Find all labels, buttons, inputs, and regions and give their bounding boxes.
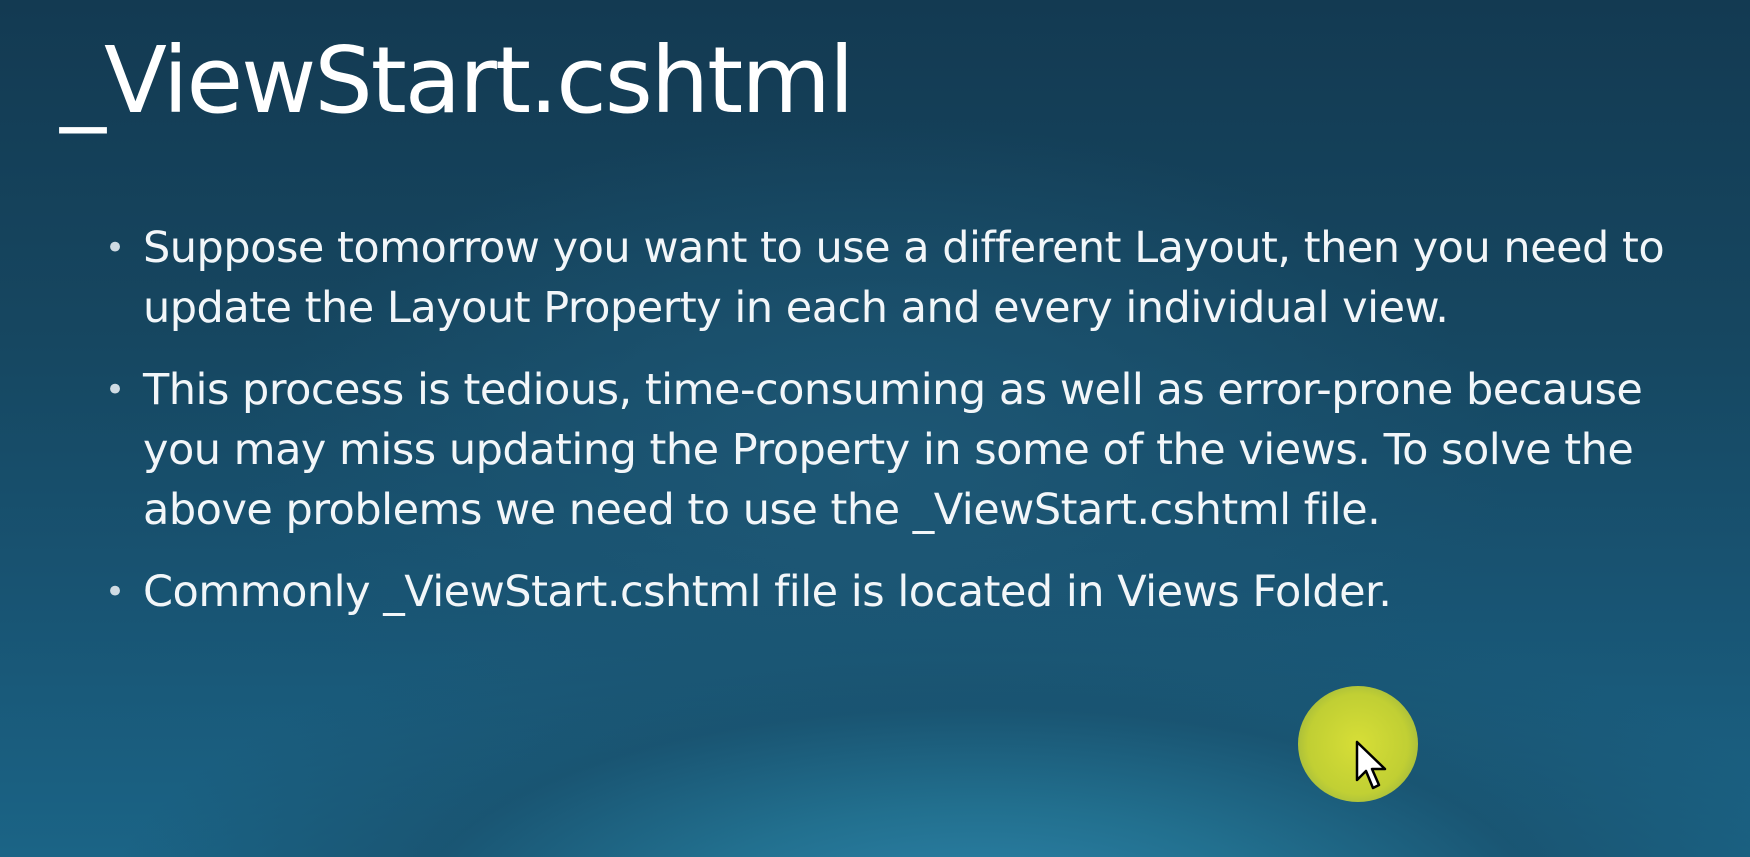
slide-title: _ViewStart.cshtml bbox=[60, 27, 854, 134]
bullet-item-2: • This process is tedious, time-consumin… bbox=[105, 360, 1695, 540]
bullet-dot-icon: • bbox=[105, 370, 125, 410]
presentation-slide: _ViewStart.cshtml • Suppose tomorrow you… bbox=[0, 0, 1750, 857]
bullet-text-2: This process is tedious, time-consuming … bbox=[143, 365, 1643, 535]
mouse-pointer-icon bbox=[1355, 740, 1387, 790]
bullet-list: • Suppose tomorrow you want to use a dif… bbox=[105, 218, 1695, 644]
bullet-text-3: Commonly _ViewStart.cshtml file is locat… bbox=[143, 567, 1392, 617]
bullet-text-1: Suppose tomorrow you want to use a diffe… bbox=[143, 223, 1665, 333]
bullet-item-3: • Commonly _ViewStart.cshtml file is loc… bbox=[105, 562, 1695, 622]
bullet-dot-icon: • bbox=[105, 572, 125, 612]
bullet-item-1: • Suppose tomorrow you want to use a dif… bbox=[105, 218, 1695, 338]
bullet-dot-icon: • bbox=[105, 228, 125, 268]
